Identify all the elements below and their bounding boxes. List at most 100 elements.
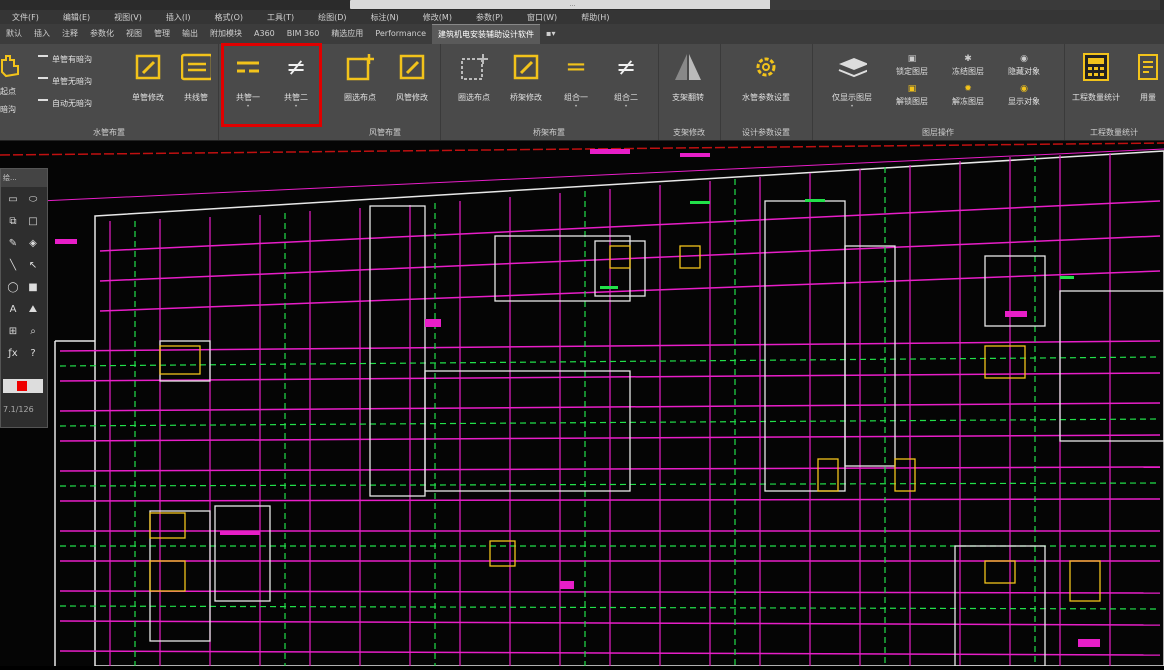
ribbon-tabs: 默认 插入 注释 参数化 视图 管理 输出 附加模块 A360 BIM 360 … xyxy=(0,23,1164,45)
usage-button[interactable]: 用量 xyxy=(1128,52,1164,103)
menu-format[interactable]: 格式(O) xyxy=(202,12,255,23)
tab-manage[interactable]: 管理 xyxy=(148,24,176,44)
tab-bim360[interactable]: BIM 360 xyxy=(281,24,326,44)
help-icon[interactable]: ? xyxy=(25,347,41,361)
hand-icon[interactable] xyxy=(0,52,20,78)
tab-view[interactable]: 视图 xyxy=(120,24,148,44)
box-icon[interactable]: □ xyxy=(25,215,41,229)
single-pipe-modify-button[interactable]: 单管修改 xyxy=(124,52,172,103)
quantity-stats-button[interactable]: 工程数量统计 xyxy=(1068,52,1124,103)
color-picker[interactable] xyxy=(3,379,43,393)
single-pipe-with-trench[interactable]: 单管有暗沟 xyxy=(38,54,92,65)
tab-addins[interactable]: 附加模块 xyxy=(204,24,248,44)
grid-icon[interactable]: ⊞ xyxy=(5,325,21,339)
menu-help[interactable]: 帮助(H) xyxy=(569,12,621,23)
tab-default[interactable]: 默认 xyxy=(0,24,28,44)
show-layer-only-button[interactable]: 仅显示图层 • xyxy=(824,52,880,110)
menu-file[interactable]: 文件(F) xyxy=(0,12,51,23)
hide-object-button[interactable]: ◉ 隐藏对象 xyxy=(1008,54,1040,77)
rectangle-icon[interactable]: ▭ xyxy=(5,193,21,207)
area-select-plus-icon xyxy=(345,52,375,82)
menu-edit[interactable]: 编辑(E) xyxy=(51,12,102,23)
tray-area-select-button[interactable]: 圈选布点 xyxy=(450,52,498,103)
zoom-icon[interactable]: ⌕ xyxy=(25,325,41,339)
copy-icon[interactable]: ⧉ xyxy=(5,215,21,229)
menu-dimension[interactable]: 标注(N) xyxy=(359,12,411,23)
tab-mep-design[interactable]: 建筑机电安装辅助设计软件 xyxy=(432,23,541,45)
tab-output[interactable]: 输出 xyxy=(176,24,204,44)
equals-icon: = xyxy=(565,52,587,82)
fill-rect-icon[interactable]: ■ xyxy=(25,281,41,295)
document-title: ... xyxy=(569,1,576,8)
mountain-icon[interactable]: ⛰ xyxy=(25,303,41,317)
calculator-icon xyxy=(1081,52,1111,82)
lock-layer-button[interactable]: ▣ 锁定图层 xyxy=(896,54,928,77)
duct-modify-label: 风管修改 xyxy=(396,93,428,102)
color-swatch xyxy=(17,381,27,391)
unlock-layer-button[interactable]: ▣ 解锁图层 xyxy=(896,84,928,107)
collinear-icon xyxy=(181,52,211,82)
freeze-layer-button[interactable]: ✱ 冻结图层 xyxy=(952,54,984,77)
tab-insert[interactable]: 插入 xyxy=(28,24,56,44)
area-select-plus-icon xyxy=(459,52,489,82)
edit-icon xyxy=(511,52,541,82)
menu-draw[interactable]: 绘图(D) xyxy=(306,12,358,23)
draw-toolbar-title[interactable]: 绘... xyxy=(1,169,47,187)
duct-area-select-button[interactable]: 圈选布点 xyxy=(336,52,384,103)
support-flip-button[interactable]: 支架翻转 xyxy=(664,52,712,103)
start-point-label: 起点 xyxy=(0,87,16,96)
menu-view[interactable]: 视图(V) xyxy=(102,12,154,23)
combine-two-label: 组合二 xyxy=(614,93,638,102)
pipe-small-icon xyxy=(38,76,48,87)
dropdown-icon[interactable]: • xyxy=(824,103,880,110)
show-object-button[interactable]: ◉ 显示对象 xyxy=(1008,84,1040,107)
polyline-icon[interactable]: ⬭ xyxy=(25,193,41,207)
duct-area-select-label: 圈选布点 xyxy=(344,93,376,102)
duct-modify-button[interactable]: 风管修改 xyxy=(388,52,436,103)
menu-insert[interactable]: 插入(I) xyxy=(154,12,203,23)
water-param-settings-button[interactable]: 水管参数设置 xyxy=(742,52,790,103)
menu-window[interactable]: 窗口(W) xyxy=(515,12,569,23)
combine-one-button[interactable]: = 组合一 • xyxy=(552,52,600,110)
layer-panel: 仅显示图层 • ▣ 锁定图层 ✱ 冻结图层 ◉ 隐藏对象 ▣ 解锁图层 ✹ 解冻… xyxy=(812,44,1065,140)
layers-icon xyxy=(837,52,867,82)
tab-a360[interactable]: A360 xyxy=(248,24,281,44)
show-layer-only-label: 仅显示图层 xyxy=(832,93,872,102)
edit-icon xyxy=(397,52,427,82)
text-icon[interactable]: A xyxy=(5,303,21,317)
tray-modify-button[interactable]: 桥架修改 xyxy=(502,52,550,103)
tab-parametric[interactable]: 参数化 xyxy=(84,24,120,44)
circle-icon[interactable]: ◯ xyxy=(5,281,21,295)
ribbon: 起点 暗沟 单管有暗沟 单管无暗沟 自动无暗沟 单管修改 共线管 水管布置 共管… xyxy=(0,44,1164,141)
tab-annotate[interactable]: 注释 xyxy=(56,24,84,44)
pencil-icon[interactable]: ✎ xyxy=(5,237,21,251)
collinear-pipe-button[interactable]: 共线管 xyxy=(172,52,220,103)
freeze-layer-label: 冻结图层 xyxy=(952,67,984,76)
lock-icon: ▣ xyxy=(907,54,917,64)
support-panel-title: 支架修改 xyxy=(673,128,705,137)
water-param-settings-label: 水管参数设置 xyxy=(742,93,790,102)
dropdown-icon[interactable]: • xyxy=(552,103,600,110)
eraser-icon[interactable]: ◈ xyxy=(25,237,41,251)
line-icon[interactable]: ╲ xyxy=(5,259,21,273)
single-pipe-no-trench-label: 单管无暗沟 xyxy=(52,77,92,86)
snowflake-icon: ✱ xyxy=(964,54,972,64)
menu-tools[interactable]: 工具(T) xyxy=(255,12,306,23)
formula-icon[interactable]: ƒx xyxy=(5,347,21,361)
floor-plan-drawing xyxy=(0,142,1164,667)
design-param-panel: 水管参数设置 设计参数设置 xyxy=(720,44,813,140)
single-pipe-modify-label: 单管修改 xyxy=(132,93,164,102)
dropdown-icon[interactable]: • xyxy=(602,103,650,110)
thaw-layer-button[interactable]: ✹ 解冻图层 xyxy=(952,84,984,107)
tab-featured-apps[interactable]: 精选应用 xyxy=(325,24,369,44)
drawing-canvas[interactable] xyxy=(0,141,1164,667)
menu-parametric[interactable]: 参数(P) xyxy=(464,12,515,23)
auto-no-trench[interactable]: 自动无暗沟 xyxy=(38,98,92,109)
menu-modify[interactable]: 修改(M) xyxy=(411,12,464,23)
single-pipe-no-trench[interactable]: 单管无暗沟 xyxy=(38,76,92,87)
ribbon-expand-icon[interactable]: ▪▾ xyxy=(540,24,561,44)
arrow-icon[interactable]: ↖ xyxy=(25,259,41,273)
cable-tray-panel: 圈选布点 桥架修改 = 组合一 • ≠ 组合二 • 桥架布置 xyxy=(440,44,659,140)
tab-performance[interactable]: Performance xyxy=(369,24,432,44)
combine-two-button[interactable]: ≠ 组合二 • xyxy=(602,52,650,110)
